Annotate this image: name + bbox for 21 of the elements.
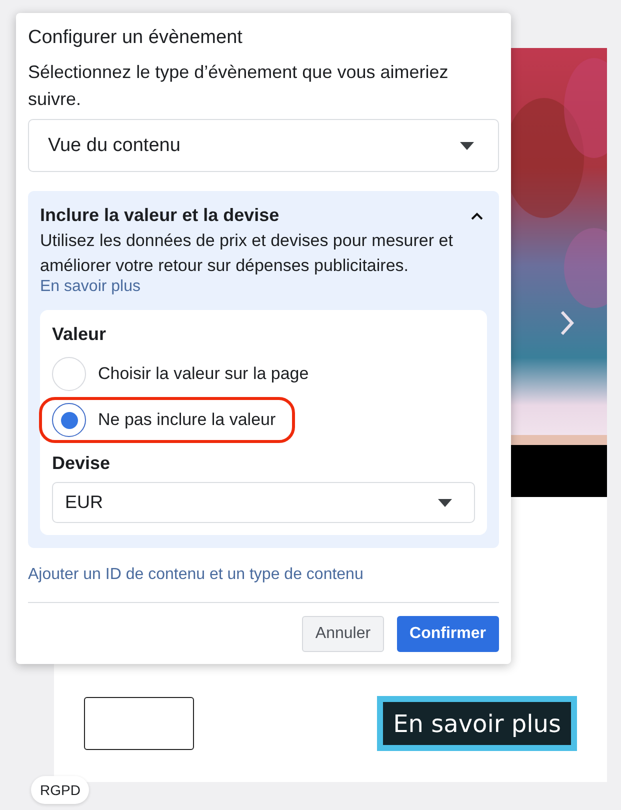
value-label: Valeur — [52, 324, 108, 345]
chevron-right-icon[interactable] — [560, 310, 574, 336]
outline-button[interactable] — [84, 697, 194, 750]
learn-more-button[interactable]: En savoir plus — [377, 696, 577, 751]
privacy-badge[interactable]: RGPD — [31, 776, 90, 804]
caret-icon — [460, 142, 474, 150]
dialog-description: Sélectionnez le type d’évènement que vous aimeriez suivre. — [28, 61, 450, 111]
cancel-button[interactable]: Annuler — [302, 616, 384, 652]
event-type-select[interactable]: Vue du contenu — [28, 119, 499, 172]
add-content-id-link[interactable]: Ajouter un ID de contenu et un type de contenu — [28, 566, 364, 584]
panel-title: Inclure la valeur et la devise — [40, 205, 280, 226]
dialog-title: Configurer un évènement — [28, 27, 244, 49]
radio-button[interactable] — [52, 403, 86, 437]
option-label[interactable]: Choisir la valeur sur la page — [98, 364, 309, 384]
confirm-button[interactable]: Confirmer — [396, 616, 499, 652]
option-label[interactable]: Ne pas inclure la valeur — [98, 410, 276, 430]
learn-more-link[interactable]: En savoir plus — [40, 278, 140, 296]
panel-description: Utilisez les données de prix et devises pour mesurer et améliorer votre retour sur dépenses publicitaires. — [40, 230, 454, 277]
currency-label: Devise — [52, 453, 112, 474]
collapse-icon[interactable] — [471, 212, 483, 220]
currency-select[interactable]: EUR — [52, 482, 475, 523]
